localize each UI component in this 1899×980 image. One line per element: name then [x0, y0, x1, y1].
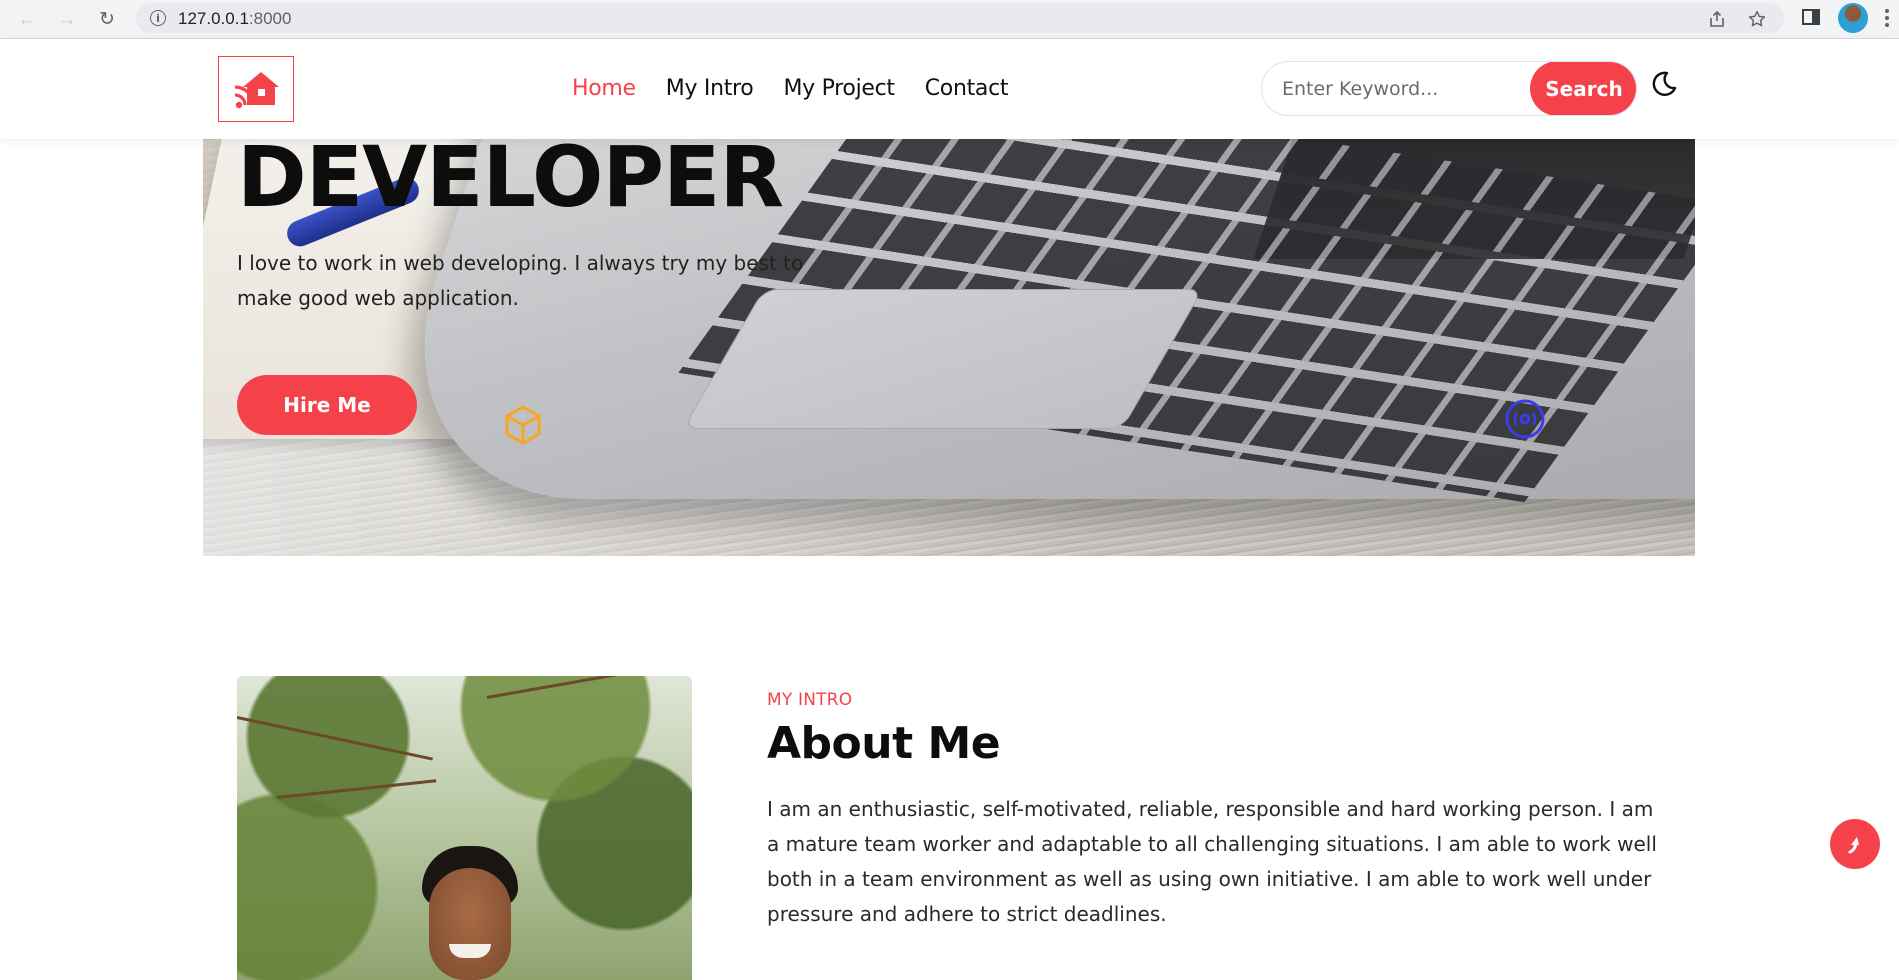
site-header: Home My Intro My Project Contact Search — [0, 39, 1899, 139]
about-title: About Me — [767, 718, 1001, 769]
menu-icon[interactable] — [1882, 5, 1892, 31]
hero-section: DEVELOPER I love to work in web developi… — [203, 139, 1695, 556]
profile-photo — [237, 676, 692, 980]
moon-icon[interactable] — [1648, 69, 1678, 99]
disc-icon — [1505, 399, 1545, 439]
url-port: :8000 — [248, 9, 292, 28]
section-eyebrow: MY INTRO — [767, 690, 853, 710]
about-text: I am an enthusiastic, self-motivated, re… — [767, 797, 1657, 926]
forward-arrow-icon[interactable]: → — [54, 6, 80, 32]
logo[interactable] — [218, 56, 294, 122]
share-icon[interactable] — [1706, 8, 1728, 30]
nav-my-intro[interactable]: My Intro — [666, 76, 754, 101]
back-arrow-icon[interactable]: ← — [14, 6, 40, 32]
scroll-to-top-button[interactable] — [1830, 819, 1880, 869]
url-text[interactable]: 127.0.0.1:8000 — [178, 9, 291, 29]
arrow-up-icon — [1848, 837, 1859, 854]
browser-toolbar: ← → ↻ i 127.0.0.1:8000 — [0, 0, 1899, 39]
address-bar[interactable]: i 127.0.0.1:8000 — [136, 3, 1784, 33]
hero-title: DEVELOPER — [237, 139, 784, 226]
house-wifi-icon — [234, 72, 279, 109]
hire-me-button[interactable]: Hire Me — [237, 375, 417, 435]
reload-icon[interactable]: ↻ — [94, 6, 120, 32]
nav-contact[interactable]: Contact — [925, 76, 1009, 101]
hero-description: I love to work in web developing. I alwa… — [237, 251, 804, 310]
search-form: Search — [1261, 61, 1637, 116]
url-host: 127.0.0.1 — [178, 9, 249, 28]
profile-avatar[interactable] — [1838, 3, 1868, 33]
star-icon[interactable] — [1746, 8, 1768, 30]
search-input[interactable] — [1262, 62, 1530, 115]
search-button[interactable]: Search — [1530, 62, 1636, 115]
main-nav: Home My Intro My Project Contact — [572, 76, 1009, 101]
nav-my-project[interactable]: My Project — [783, 76, 895, 101]
cube-icon — [505, 405, 541, 445]
nav-home[interactable]: Home — [572, 76, 636, 101]
side-panel-icon[interactable] — [1800, 6, 1824, 30]
info-icon[interactable]: i — [150, 10, 166, 26]
